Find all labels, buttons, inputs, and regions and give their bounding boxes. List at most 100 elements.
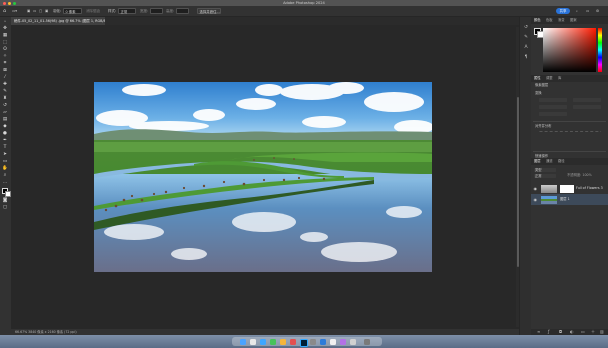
tab-properties[interactable]: 属性	[534, 75, 541, 82]
search-icon[interactable]: ⌕	[576, 8, 578, 14]
notes-icon[interactable]	[280, 338, 286, 345]
tab-libraries[interactable]: 库	[558, 75, 561, 82]
hand-icon[interactable]: ✋	[2, 166, 8, 171]
align-section-label[interactable]: 对齐并分布	[535, 124, 551, 129]
tab-paths[interactable]: 路径	[558, 158, 565, 165]
layer-name: 图层 1	[560, 197, 570, 201]
app-store-icon[interactable]	[320, 338, 326, 345]
tab-layers[interactable]: 图层	[534, 158, 541, 165]
character-icon[interactable]: A	[523, 45, 529, 51]
width-field[interactable]	[150, 8, 163, 14]
launchpad-icon[interactable]	[250, 338, 256, 345]
style-select[interactable]: 正常	[118, 8, 136, 14]
height-field[interactable]	[176, 8, 189, 14]
document-tab-bar: 稿件-05_02_11_01-56(98) .jpg @ 66.7% (图层 1…	[11, 17, 519, 25]
trash-bin-icon[interactable]	[364, 338, 370, 345]
angle-input[interactable]	[539, 112, 567, 116]
layer-name: Full of Flowers 3	[576, 186, 603, 190]
document-image[interactable]	[94, 82, 432, 272]
podcasts-icon[interactable]	[340, 338, 346, 345]
tab-color[interactable]: 颜色	[534, 17, 541, 24]
brush-icon[interactable]: ✎	[2, 89, 8, 94]
layers-panel-tabs: 图层 通道 路径	[531, 158, 608, 165]
healing-icon[interactable]: ✚	[2, 82, 8, 87]
layer-row[interactable]: ◉ Full of Flowers 3	[531, 183, 608, 194]
dodge-icon[interactable]: ●	[2, 131, 8, 136]
quick-mask-icon[interactable]: ◙	[2, 198, 8, 203]
properties-panel-tabs: 属性 调整 库	[531, 75, 608, 82]
marquee-tool-preset-icon[interactable]: ▭▾	[12, 8, 17, 14]
artboard-icon[interactable]: ▦	[2, 33, 8, 38]
eraser-icon[interactable]: ▱	[2, 110, 8, 115]
crop-icon[interactable]: ⌗	[2, 61, 8, 66]
settings-icon[interactable]	[310, 338, 316, 345]
safari-icon[interactable]	[260, 338, 266, 345]
messages-icon[interactable]	[270, 338, 276, 345]
marquee-icon[interactable]: ⬚	[2, 40, 8, 45]
height-input[interactable]	[573, 98, 601, 102]
tab-patterns[interactable]: 图案	[570, 17, 577, 24]
home-icon[interactable]: ⌂	[3, 8, 6, 14]
history-brush-icon[interactable]: ↺	[2, 103, 8, 108]
workspace-icon[interactable]: ▭	[586, 8, 589, 14]
divider	[533, 121, 606, 122]
zoom-icon[interactable]: ⌕	[2, 173, 8, 178]
share-button[interactable]: 共享	[556, 7, 570, 14]
clone-stamp-icon[interactable]: ♜	[2, 96, 8, 101]
tab-gradients[interactable]: 渐变	[558, 17, 565, 24]
layer-opacity[interactable]: 不透明度: 100%	[567, 173, 592, 178]
intersect-selection-icon[interactable]: ▣	[45, 8, 48, 14]
tab-swatches[interactable]: 色板	[546, 17, 553, 24]
anti-alias-checkbox[interactable]: 消除锯齿	[86, 8, 100, 14]
blur-icon[interactable]: ◆	[2, 124, 8, 129]
transform-section-label[interactable]: 变换	[535, 91, 542, 96]
paragraph-icon[interactable]: ¶	[523, 55, 529, 61]
hue-slider[interactable]	[598, 28, 602, 72]
color-field[interactable]	[543, 28, 596, 72]
color-panel-tabs: 颜色 色板 渐变 图案	[531, 17, 608, 24]
document-tab[interactable]: 稿件-05_02_11_01-56(98) .jpg @ 66.7% (图层 1…	[11, 17, 105, 25]
tab-adjustments[interactable]: 调整	[546, 75, 553, 82]
eyedropper-icon[interactable]: ⁄	[2, 75, 8, 80]
calendar-icon[interactable]	[330, 338, 336, 345]
add-selection-icon[interactable]: ▭	[33, 8, 36, 14]
preview-icon[interactable]	[350, 338, 356, 345]
layer-row[interactable]: ◉ 图层 1	[531, 194, 608, 205]
blend-mode-select[interactable]: 正常	[534, 174, 556, 178]
new-selection-icon[interactable]: ▣	[27, 8, 30, 14]
subtract-selection-icon[interactable]: ▢	[39, 8, 42, 14]
background-color-swatch[interactable]	[4, 190, 11, 197]
feather-label: 羽化:	[53, 9, 62, 13]
lasso-icon[interactable]: ʘ	[2, 47, 8, 52]
finder-icon[interactable]	[240, 338, 246, 345]
frame-icon[interactable]: ⊠	[2, 68, 8, 73]
dock	[0, 335, 608, 348]
music-icon[interactable]	[290, 338, 296, 345]
history-icon[interactable]: ↺	[523, 25, 529, 31]
photoshop-icon[interactable]	[300, 338, 308, 347]
pen-icon[interactable]: ✒	[2, 138, 8, 143]
move-icon[interactable]: ✥	[2, 26, 8, 31]
eye-icon[interactable]: ◉	[534, 186, 538, 191]
layer-filter-select[interactable]: 类型	[534, 168, 556, 172]
tab-channels[interactable]: 通道	[546, 158, 553, 165]
more-icon[interactable]: …	[2, 180, 8, 185]
rectangle-icon[interactable]: ▭	[2, 159, 8, 164]
feather-field[interactable]: 0 像素	[63, 8, 82, 14]
magic-wand-icon[interactable]: ✧	[2, 54, 8, 59]
gradient-icon[interactable]: ▤	[2, 117, 8, 122]
collapse-icon[interactable]: »	[2, 19, 8, 24]
width-input[interactable]	[539, 98, 567, 102]
select-and-mask-button[interactable]: 选择并遮住...	[197, 8, 221, 14]
align-buttons[interactable]	[539, 131, 601, 136]
x-input[interactable]	[539, 105, 567, 109]
gear-icon[interactable]: ⚙	[596, 8, 599, 14]
brush-settings-icon[interactable]: ✎	[523, 35, 529, 41]
divider	[533, 151, 606, 152]
layer-thumbnail	[541, 184, 557, 193]
eye-icon[interactable]: ◉	[534, 197, 538, 202]
type-icon[interactable]: T	[2, 145, 8, 150]
path-select-icon[interactable]: ➤	[2, 152, 8, 157]
y-input[interactable]	[573, 105, 601, 109]
screen-mode-icon[interactable]: ▢	[2, 205, 8, 210]
